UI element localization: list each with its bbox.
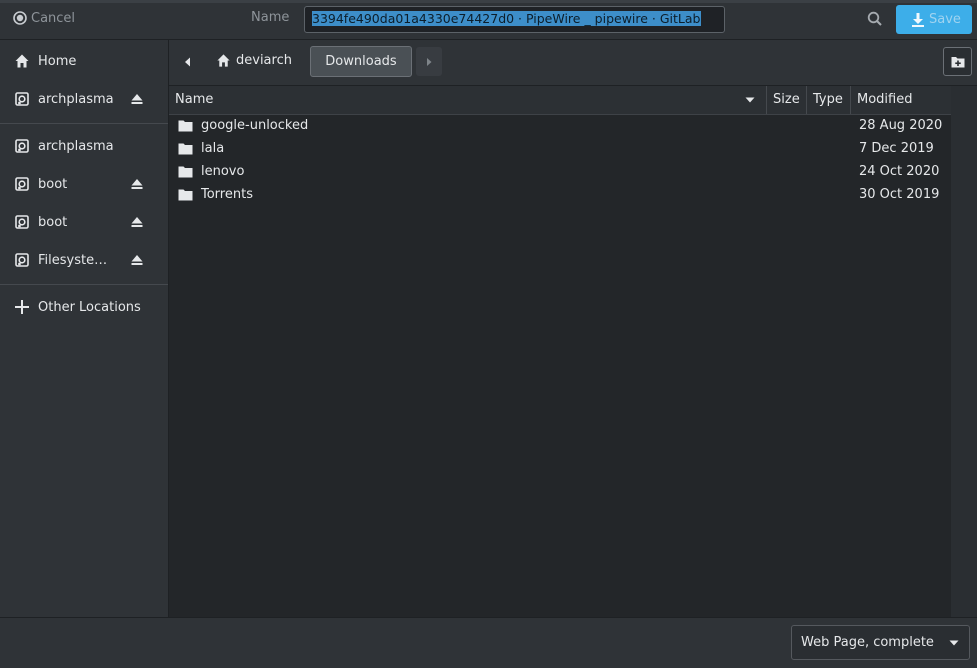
eject-icon[interactable] — [130, 177, 144, 191]
sidebar-item-boot[interactable]: boot — [0, 166, 168, 202]
places-sidebar: Home archplasma archplasma boot boot Fil… — [0, 40, 169, 617]
sidebar-item-boot-2[interactable]: boot — [0, 204, 168, 240]
chevron-down-icon — [949, 640, 959, 645]
column-type-label: Type — [813, 92, 843, 107]
file-name: lala — [201, 141, 225, 156]
file-name: lenovo — [201, 164, 245, 179]
sidebar-item-archplasma[interactable]: archplasma — [0, 81, 168, 117]
path-current-label: Downloads — [325, 54, 397, 69]
column-name-label: Name — [175, 92, 214, 107]
home-icon — [217, 54, 230, 67]
file-row[interactable]: Torrents 30 Oct 2019 — [169, 184, 951, 207]
sidebar-item-other-locations[interactable]: Other Locations — [0, 289, 168, 325]
file-type-value: Web Page, complete — [801, 635, 934, 650]
new-folder-button[interactable] — [943, 47, 972, 76]
name-label: Name — [251, 10, 290, 25]
column-header-type[interactable]: Type — [806, 86, 850, 114]
path-home-button[interactable]: deviarch — [216, 53, 292, 68]
drive-icon — [15, 177, 29, 191]
sidebar-separator — [0, 123, 168, 124]
sort-down-icon — [745, 97, 755, 103]
file-modified: 28 Aug 2020 — [859, 118, 943, 133]
new-folder-icon — [951, 56, 964, 67]
chevron-right-icon — [427, 57, 432, 66]
save-label: Save — [929, 12, 961, 27]
file-name: google-unlocked — [201, 118, 309, 133]
path-forward-button[interactable] — [416, 47, 442, 76]
sidebar-item-archplasma-2[interactable]: archplasma — [0, 128, 168, 164]
path-current-button[interactable]: Downloads — [310, 46, 412, 77]
home-icon — [15, 54, 29, 68]
sidebar-item-label: Home — [38, 53, 77, 69]
file-modified: 24 Oct 2020 — [859, 164, 940, 179]
scrollbar-track[interactable] — [951, 86, 977, 617]
chevron-left-icon[interactable] — [181, 55, 195, 69]
column-header-modified[interactable]: Modified — [850, 86, 951, 114]
search-icon[interactable] — [866, 10, 884, 28]
sidebar-separator — [0, 284, 168, 285]
file-list: Name Size Type Modified google-unlocked … — [169, 86, 951, 617]
folder-icon — [178, 120, 193, 132]
file-row[interactable]: lenovo 24 Oct 2020 — [169, 161, 951, 184]
path-bar: deviarch Downloads — [169, 40, 977, 86]
sidebar-item-label: Filesyste… — [38, 252, 108, 268]
cancel-icon — [13, 11, 27, 25]
download-icon — [912, 12, 924, 27]
file-row[interactable]: google-unlocked 28 Aug 2020 — [169, 115, 951, 138]
cancel-button[interactable]: Cancel — [12, 10, 75, 26]
sidebar-item-label: Other Locations — [38, 299, 141, 315]
sidebar-item-label: archplasma — [38, 91, 114, 107]
sidebar-item-filesystem[interactable]: Filesyste… — [0, 242, 168, 278]
drive-icon — [15, 92, 29, 106]
file-modified: 30 Oct 2019 — [859, 187, 940, 202]
file-name: Torrents — [201, 187, 253, 202]
path-home-label: deviarch — [236, 53, 292, 68]
cancel-label: Cancel — [31, 10, 76, 26]
sidebar-item-label: boot — [38, 214, 68, 230]
top-strip — [0, 0, 977, 3]
folder-icon — [178, 143, 193, 155]
column-header-name[interactable]: Name — [169, 86, 766, 114]
plus-icon — [15, 300, 29, 314]
eject-icon[interactable] — [130, 215, 144, 229]
column-header-row: Name Size Type Modified — [169, 86, 951, 115]
filename-input[interactable]: 3394fe490da01a4330e74427d0 · PipeWire _ … — [304, 6, 725, 33]
save-button[interactable]: Save — [896, 5, 972, 34]
drive-icon — [15, 215, 29, 229]
eject-icon[interactable] — [130, 253, 144, 267]
column-size-label: Size — [773, 92, 800, 107]
folder-icon — [178, 166, 193, 178]
drive-icon — [15, 139, 29, 153]
drive-icon — [15, 253, 29, 267]
dialog-footer: Web Page, complete — [0, 617, 977, 668]
file-row[interactable]: lala 7 Dec 2019 — [169, 138, 951, 161]
column-modified-label: Modified — [857, 92, 913, 107]
eject-icon[interactable] — [130, 92, 144, 106]
dialog-header: Cancel Name 3394fe490da01a4330e74427d0 ·… — [0, 0, 977, 40]
sidebar-item-label: boot — [38, 176, 68, 192]
sidebar-item-home[interactable]: Home — [0, 43, 168, 79]
file-modified: 7 Dec 2019 — [859, 141, 934, 156]
column-header-size[interactable]: Size — [766, 86, 806, 114]
file-type-dropdown[interactable]: Web Page, complete — [791, 625, 970, 660]
folder-icon — [178, 189, 193, 201]
filename-text: 3394fe490da01a4330e74427d0 · PipeWire _ … — [312, 11, 701, 26]
sidebar-item-label: archplasma — [38, 138, 114, 154]
